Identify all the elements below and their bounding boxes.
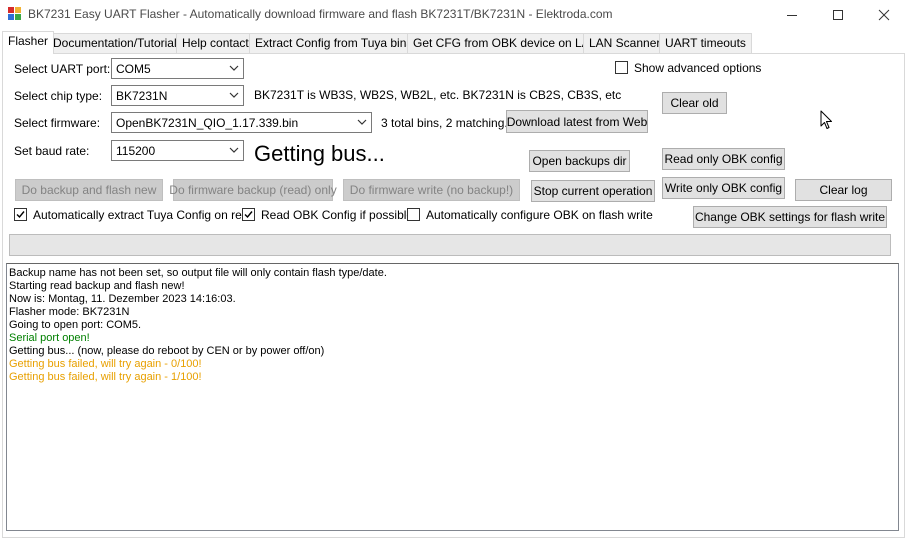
chip-type-label: Select chip type: bbox=[14, 89, 103, 103]
clear-old-button[interactable]: Clear old bbox=[662, 92, 727, 114]
chip-type-value: BK7231N bbox=[116, 89, 168, 103]
baud-rate-select[interactable]: 115200 bbox=[111, 140, 244, 161]
read-obk-config-label: Read OBK Config if possible bbox=[261, 208, 414, 222]
firmware-label: Select firmware: bbox=[14, 116, 101, 130]
firmware-info-text: 3 total bins, 2 matching. bbox=[381, 116, 508, 130]
stop-current-operation-button[interactable]: Stop current operation bbox=[531, 180, 655, 202]
baud-rate-label: Set baud rate: bbox=[14, 144, 90, 158]
chevron-down-icon bbox=[229, 92, 239, 98]
checkmark-icon bbox=[244, 211, 253, 219]
clear-log-button[interactable]: Clear log bbox=[795, 179, 892, 201]
window-title: BK7231 Easy UART Flasher - Automatically… bbox=[28, 7, 613, 21]
uart-port-select[interactable]: COM5 bbox=[111, 58, 244, 79]
progress-bar bbox=[9, 234, 891, 256]
app-icon bbox=[8, 7, 22, 21]
tab-lan-scanner[interactable]: LAN Scanner bbox=[583, 33, 667, 53]
tab-extract-config[interactable]: Extract Config from Tuya binary bbox=[249, 33, 430, 53]
tab-strip: Flasher Documentation/Tutorials Help con… bbox=[0, 31, 907, 54]
log-line: Getting bus... (now, please do reboot by… bbox=[9, 345, 325, 357]
auto-configure-obk-label: Automatically configure OBK on flash wri… bbox=[426, 208, 653, 222]
tab-get-cfg-obk[interactable]: Get CFG from OBK device on LAN bbox=[407, 33, 605, 53]
chip-type-select[interactable]: BK7231N bbox=[111, 85, 244, 106]
log-line: Starting read backup and flash new! bbox=[9, 280, 185, 292]
auto-extract-tuya-checkbox[interactable] bbox=[14, 208, 27, 221]
maximize-icon bbox=[833, 10, 843, 20]
do-backup-and-flash-button[interactable]: Do backup and flash new bbox=[15, 179, 163, 201]
write-only-obk-config-button[interactable]: Write only OBK config bbox=[662, 177, 785, 199]
show-advanced-checkbox[interactable] bbox=[615, 61, 628, 74]
checkmark-icon bbox=[16, 211, 25, 219]
tab-flasher[interactable]: Flasher bbox=[2, 31, 55, 54]
close-icon bbox=[878, 9, 890, 21]
minimize-button[interactable] bbox=[769, 0, 815, 30]
chevron-down-icon bbox=[229, 147, 239, 153]
tab-documentation[interactable]: Documentation/Tutorials bbox=[47, 33, 189, 53]
baud-rate-value: 115200 bbox=[116, 144, 156, 158]
maximize-button[interactable] bbox=[815, 0, 861, 30]
title-bar: BK7231 Easy UART Flasher - Automatically… bbox=[0, 0, 907, 30]
show-advanced-label: Show advanced options bbox=[634, 61, 762, 75]
log-line: Going to open port: COM5. bbox=[9, 319, 142, 331]
do-firmware-backup-button[interactable]: Do firmware backup (read) only bbox=[169, 179, 337, 201]
chip-info-text: BK7231T is WB3S, WB2S, WB2L, etc. BK7231… bbox=[254, 88, 622, 102]
log-line: Serial port open! bbox=[9, 332, 90, 344]
change-obk-settings-button[interactable]: Change OBK settings for flash write bbox=[693, 206, 887, 228]
log-line: Now is: Montag, 11. Dezember 2023 14:16:… bbox=[9, 293, 236, 305]
log-output[interactable]: Backup name has not been set, so output … bbox=[6, 263, 899, 531]
uart-port-value: COM5 bbox=[116, 62, 151, 76]
minimize-icon bbox=[787, 15, 797, 16]
log-line: Getting bus failed, will try again - 1/1… bbox=[9, 371, 202, 383]
firmware-value: OpenBK7231N_QIO_1.17.339.bin bbox=[116, 116, 299, 130]
close-button[interactable] bbox=[861, 0, 907, 30]
chevron-down-icon bbox=[229, 65, 239, 71]
log-line: Flasher mode: BK7231N bbox=[9, 306, 130, 318]
log-line: Getting bus failed, will try again - 0/1… bbox=[9, 358, 202, 370]
mouse-pointer-icon bbox=[820, 110, 833, 134]
chevron-down-icon bbox=[357, 119, 367, 125]
firmware-select[interactable]: OpenBK7231N_QIO_1.17.339.bin bbox=[111, 112, 372, 133]
operation-status-text: Getting bus... bbox=[254, 141, 385, 166]
read-obk-config-checkbox[interactable] bbox=[242, 208, 255, 221]
tab-uart-timeouts[interactable]: UART timeouts bbox=[659, 33, 752, 53]
read-only-obk-config-button[interactable]: Read only OBK config bbox=[662, 148, 785, 170]
auto-extract-tuya-label: Automatically extract Tuya Config on rea… bbox=[33, 208, 256, 222]
auto-configure-obk-checkbox[interactable] bbox=[407, 208, 420, 221]
do-firmware-write-button[interactable]: Do firmware write (no backup!) bbox=[343, 179, 520, 201]
log-line: Backup name has not been set, so output … bbox=[9, 267, 387, 279]
uart-port-label: Select UART port: bbox=[14, 62, 111, 76]
open-backups-dir-button[interactable]: Open backups dir bbox=[529, 150, 630, 172]
download-latest-button[interactable]: Download latest from Web bbox=[506, 110, 648, 133]
tab-help-contact[interactable]: Help contact bbox=[176, 33, 255, 53]
